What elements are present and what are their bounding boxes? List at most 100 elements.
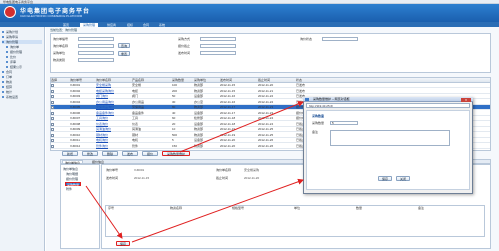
row-checkbox[interactable] bbox=[51, 84, 54, 87]
sidebar-item[interactable]: 系统设置 bbox=[2, 95, 42, 99]
row-checkbox[interactable] bbox=[51, 111, 54, 115]
search-form bbox=[50, 33, 491, 73]
tab-quote[interactable]: 报价信息 bbox=[90, 160, 106, 164]
table-cell: 物资部 bbox=[194, 143, 204, 148]
doc-icon bbox=[6, 56, 8, 59]
row-checkbox[interactable] bbox=[51, 117, 54, 120]
dialog-close-button[interactable]: 关闭 bbox=[396, 176, 410, 181]
sidebar-item[interactable]: 结果公示 bbox=[6, 65, 46, 69]
table-cell: 物资部 bbox=[194, 83, 204, 87]
sidebar-item[interactable]: 采购计划 bbox=[2, 30, 42, 34]
field-label: 备注 bbox=[312, 130, 319, 134]
row-checkbox[interactable] bbox=[51, 100, 54, 104]
nav-tab-active[interactable]: 采购管理 bbox=[80, 22, 99, 27]
form-input[interactable] bbox=[200, 51, 236, 55]
row-checkbox[interactable] bbox=[51, 144, 54, 148]
table-cell: 2012-11-24 bbox=[258, 116, 274, 120]
sidebar-item-active[interactable]: 询价管理 bbox=[2, 40, 42, 44]
form-input[interactable] bbox=[200, 37, 236, 41]
detail-value: 2012-11-20 bbox=[244, 176, 260, 180]
table-cell: 2012-11-16 bbox=[220, 94, 236, 98]
nav-tab[interactable]: 合同 bbox=[140, 23, 152, 27]
tree-node-selected[interactable]: 采购数量 bbox=[65, 181, 82, 187]
sidebar-item[interactable]: 结算 bbox=[2, 85, 42, 89]
table-cell[interactable]: 阀门询价 bbox=[96, 94, 131, 99]
ie-icon bbox=[305, 98, 309, 101]
row-checkbox[interactable] bbox=[51, 128, 54, 131]
dialog-save-button[interactable]: 保存 bbox=[378, 176, 392, 181]
doc-icon bbox=[6, 66, 8, 69]
table-cell: XJ0010 bbox=[70, 132, 81, 137]
nav-tab[interactable]: 招标 bbox=[124, 23, 136, 27]
table-cell[interactable]: 工具询价 bbox=[96, 116, 131, 121]
sidebar-item[interactable]: 比价 bbox=[6, 55, 46, 59]
form-input[interactable] bbox=[200, 44, 236, 48]
form-label: 采购方式 bbox=[178, 37, 191, 41]
nav-tab[interactable]: 供应商 bbox=[104, 23, 119, 27]
form-input[interactable] bbox=[78, 44, 114, 48]
table-cell[interactable]: 备品备件询价 bbox=[96, 111, 131, 116]
table-cell[interactable]: 管件询价 bbox=[96, 144, 131, 149]
close-button[interactable]: ✕ bbox=[461, 97, 471, 102]
action-button[interactable]: 删除 bbox=[102, 151, 118, 156]
sidebar-item[interactable]: 合同 bbox=[2, 70, 42, 74]
quantity-maintain-button[interactable]: 采购数量维护 bbox=[162, 151, 190, 156]
detail-value: 2012-11-15 bbox=[134, 176, 150, 180]
tree-node[interactable]: 询价单信息 bbox=[63, 167, 78, 171]
sidebar-item[interactable]: 物资 bbox=[2, 80, 42, 84]
table-cell: 2012-11-21 bbox=[258, 88, 274, 93]
table-cell[interactable]: 安全帽采购 bbox=[96, 83, 131, 88]
table-cell[interactable]: 劳保用品询价 bbox=[96, 105, 131, 110]
table-cell[interactable]: 电机询价 bbox=[96, 138, 131, 143]
sidebar-item[interactable]: 评审 bbox=[6, 60, 46, 64]
row-checkbox[interactable] bbox=[51, 133, 54, 137]
form-input[interactable] bbox=[78, 37, 114, 41]
detail-value: XJ0001 bbox=[134, 168, 145, 172]
row-checkbox[interactable] bbox=[51, 89, 54, 93]
table-cell: 2012-11-23 bbox=[258, 110, 274, 115]
action-button[interactable]: 报价 bbox=[142, 151, 158, 156]
table-cell: 物资部 bbox=[194, 127, 204, 131]
sidebar-item[interactable]: 报价管理 bbox=[6, 50, 46, 54]
nav-tab[interactable]: 系统 bbox=[156, 23, 168, 27]
table-cell: 40 bbox=[172, 110, 176, 115]
status-select[interactable] bbox=[322, 37, 358, 41]
table-cell[interactable]: 办公用品询价 bbox=[96, 100, 131, 105]
action-button[interactable]: 新增 bbox=[62, 151, 78, 156]
row-checkbox[interactable] bbox=[51, 139, 54, 142]
table-cell: 2012-11-20 bbox=[220, 138, 236, 142]
table-cell[interactable]: 仪表询价 bbox=[96, 122, 131, 127]
row-checkbox[interactable] bbox=[51, 122, 54, 126]
form-input[interactable] bbox=[78, 51, 114, 55]
table-cell[interactable]: 钢材询价 bbox=[96, 133, 131, 138]
sidebar-item[interactable]: 询价单 bbox=[6, 45, 46, 49]
table-cell: 仪表 bbox=[132, 121, 139, 126]
action-button[interactable]: 发布 bbox=[122, 151, 138, 156]
table-cell: 2012-11-22 bbox=[258, 99, 274, 104]
tree-node[interactable]: 报价管理 bbox=[66, 177, 78, 181]
table-cell: 检修部 bbox=[194, 116, 204, 120]
action-button[interactable]: 修改 bbox=[82, 151, 98, 156]
table-cell: 物资部 bbox=[194, 105, 204, 109]
row-checkbox[interactable] bbox=[51, 95, 54, 98]
save-button[interactable]: 保存 bbox=[116, 241, 130, 246]
remark-field[interactable] bbox=[330, 130, 450, 146]
table-cell: 2012-11-17 bbox=[220, 105, 236, 109]
tab-info[interactable]: 询价单信息 bbox=[62, 159, 84, 165]
nav-tab[interactable]: 首页 bbox=[60, 23, 72, 27]
sidebar-item[interactable]: 采购申请 bbox=[2, 35, 42, 39]
tree-node[interactable]: 询价明细 bbox=[66, 172, 78, 176]
sidebar-item[interactable]: 订单 bbox=[2, 75, 42, 79]
table-cell[interactable]: 电缆采购询价 bbox=[96, 89, 131, 94]
table-cell: 已发布 bbox=[296, 83, 306, 87]
sidebar-item[interactable]: 统计 bbox=[2, 90, 42, 94]
reset-button[interactable]: 重置 bbox=[118, 51, 130, 56]
search-button[interactable]: 查询 bbox=[118, 43, 130, 48]
tree-node[interactable]: 附件 bbox=[66, 187, 72, 191]
table-cell: XJ0002 bbox=[70, 88, 81, 93]
table-cell[interactable]: 润滑油询价 bbox=[96, 127, 131, 132]
quantity-field[interactable]: 5 bbox=[330, 121, 358, 125]
form-input[interactable] bbox=[78, 58, 114, 62]
table-cell: 20 bbox=[172, 121, 176, 126]
row-checkbox[interactable] bbox=[51, 106, 54, 109]
